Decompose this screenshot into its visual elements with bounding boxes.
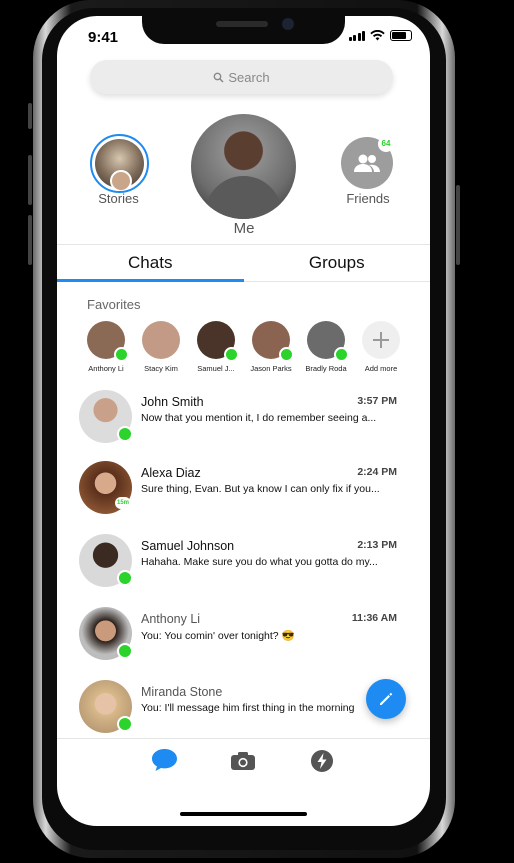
stories-label: Stories (98, 191, 139, 206)
status-icons (348, 30, 412, 41)
me-avatar[interactable] (191, 114, 296, 219)
chat-row[interactable]: Anthony Li 11:36 AM You: You comin' over… (79, 607, 409, 663)
chat-avatar: 15m (79, 461, 132, 514)
signal-icon (348, 30, 365, 41)
bottom-nav (57, 738, 430, 779)
chat-time: 11:36 AM (351, 612, 397, 624)
chat-time: 2:24 PM (357, 466, 397, 478)
app-screen: 9:41 Search Stories Me 64 Friends Chats … (57, 16, 430, 826)
tab-groups[interactable]: Groups (244, 245, 431, 281)
pencil-icon (380, 692, 393, 705)
chat-preview: Now that you mention it, I do remember s… (141, 412, 377, 424)
chat-avatar (79, 390, 133, 443)
favorite-name: Jason Parks (250, 364, 292, 373)
me-hoodie (205, 176, 282, 219)
front-camera (282, 18, 294, 30)
chat-preview: You: You comin' over tonight? 😎 (141, 630, 295, 642)
chat-row[interactable]: John Smith 3:57 PM Now that you mention … (79, 390, 409, 446)
search-label: Search (228, 69, 270, 85)
favorite-name: Samuel J... (197, 364, 235, 373)
favorite-name: Bradly Roda (305, 364, 347, 373)
status-time: 9:41 (88, 29, 119, 46)
chat-name: Alexa Diaz (141, 466, 201, 480)
favorite-avatar (252, 321, 294, 362)
chat-row[interactable]: Miranda Stone Ye You: I'll message him f… (79, 680, 409, 736)
favorite-item[interactable]: Anthony Li (78, 321, 134, 373)
chat-row[interactable]: Samuel Johnson 2:13 PM Hahaha. Make sure… (79, 534, 409, 590)
favorite-item[interactable]: Jason Parks (243, 321, 299, 373)
chat-time: 2:13 PM (357, 539, 397, 551)
chat-name: John Smith (141, 395, 204, 409)
favorite-item[interactable]: Stacy Kim (133, 321, 189, 373)
people-icon (354, 154, 380, 172)
friends-badge: 64 (378, 136, 394, 152)
chat-avatar (79, 680, 133, 733)
compose-button[interactable] (366, 679, 406, 719)
wifi-icon (370, 30, 385, 41)
mute-switch (28, 103, 32, 129)
chat-row[interactable]: 15m Alexa Diaz 2:24 PM Sure thing, Evan.… (79, 461, 409, 517)
home-indicator (180, 812, 307, 816)
chat-name: Samuel Johnson (141, 539, 235, 553)
stories-button[interactable] (90, 134, 149, 193)
volume-up-button (28, 155, 32, 205)
add-more-button[interactable]: Add more (353, 321, 409, 373)
stories-mini-avatar (110, 170, 132, 191)
bolt-icon[interactable] (310, 749, 334, 773)
chat-bubble-icon[interactable] (151, 748, 178, 772)
favorite-avatar (197, 321, 239, 362)
favorite-avatar (307, 321, 349, 362)
chat-name: Anthony Li (141, 612, 201, 626)
tab-chats[interactable]: Chats (57, 245, 244, 282)
volume-down-button (28, 215, 32, 265)
favorites-title: Favorites (87, 297, 141, 312)
notch (142, 16, 345, 44)
friends-label: Friends (346, 191, 390, 206)
tab-bar: Chats Groups (57, 244, 430, 282)
camera-icon[interactable] (230, 751, 256, 771)
me-label: Me (233, 220, 255, 237)
favorite-avatar (87, 321, 129, 362)
battery-icon (390, 30, 412, 41)
favorite-item[interactable]: Bradly Roda (298, 321, 354, 373)
plus-icon (373, 332, 389, 348)
chat-avatar (79, 607, 133, 660)
chat-preview: Hahaha. Make sure you do what you gotta … (141, 556, 378, 568)
favorite-name: Anthony Li (88, 364, 124, 373)
search-bar[interactable]: Search (90, 60, 393, 94)
chat-avatar (79, 534, 133, 587)
search-icon (213, 72, 224, 83)
add-more-circle (362, 321, 400, 359)
favorite-avatar (142, 321, 180, 359)
power-button (456, 185, 460, 265)
favorite-item[interactable]: Samuel J... (188, 321, 244, 373)
chat-preview: Sure thing, Evan. But ya know I can only… (141, 483, 380, 495)
chat-preview: You: I'll message him first thing in the… (141, 702, 355, 714)
active-time-badge: 15m (115, 497, 131, 509)
chat-name: Miranda Stone (141, 685, 223, 699)
favorite-name: Stacy Kim (144, 364, 178, 373)
speaker (216, 21, 268, 27)
chat-time: 3:57 PM (357, 395, 397, 407)
add-more-label: Add more (364, 364, 398, 373)
